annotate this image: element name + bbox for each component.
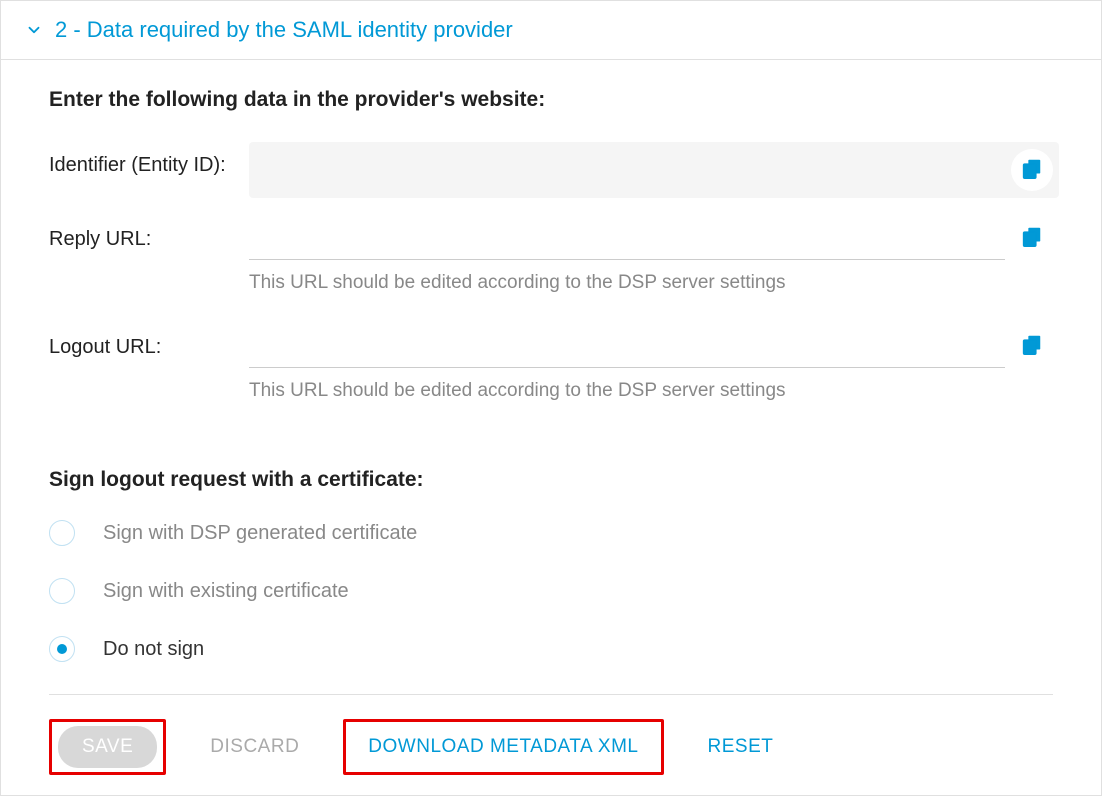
copy-identifier-button[interactable]: [1011, 149, 1053, 191]
highlight-download: DOWNLOAD METADATA XML: [343, 719, 663, 775]
reply-url-label: Reply URL:: [49, 216, 249, 251]
chevron-down-icon: [25, 21, 43, 39]
copy-icon: [1021, 157, 1043, 184]
radio-option-existing-cert[interactable]: Sign with existing certificate: [49, 578, 1053, 604]
sign-section-label: Sign logout request with a certificate:: [49, 468, 1053, 492]
radio-label: Sign with existing certificate: [103, 580, 349, 603]
identifier-label: Identifier (Entity ID):: [49, 142, 249, 177]
reset-button[interactable]: RESET: [692, 726, 790, 768]
identifier-input: [249, 142, 1059, 198]
logout-url-helper: This URL should be edited according to t…: [249, 380, 1053, 402]
section-title: 2 - Data required by the SAML identity p…: [55, 17, 513, 43]
section-header[interactable]: 2 - Data required by the SAML identity p…: [1, 1, 1101, 60]
radio-icon: [49, 578, 75, 604]
highlight-save: SAVE: [49, 719, 166, 775]
discard-button[interactable]: DISCARD: [194, 726, 315, 768]
copy-logout-url-button[interactable]: [1011, 325, 1053, 367]
copy-icon: [1021, 225, 1043, 252]
radio-icon: [49, 636, 75, 662]
radio-label: Sign with DSP generated certificate: [103, 522, 417, 545]
reply-url-input[interactable]: [249, 216, 1005, 260]
copy-reply-url-button[interactable]: [1011, 217, 1053, 259]
logout-url-label: Logout URL:: [49, 324, 249, 359]
save-button[interactable]: SAVE: [58, 726, 157, 768]
reply-url-helper: This URL should be edited according to t…: [249, 272, 1053, 294]
section-content: Enter the following data in the provider…: [1, 60, 1101, 795]
field-logout-url: Logout URL: This URL should be edited ac…: [49, 324, 1053, 420]
divider: [49, 694, 1053, 695]
radio-label: Do not sign: [103, 638, 204, 661]
instruction-text: Enter the following data in the provider…: [49, 88, 1053, 112]
button-bar: SAVE DISCARD DOWNLOAD METADATA XML RESET: [49, 719, 1053, 775]
download-metadata-button[interactable]: DOWNLOAD METADATA XML: [352, 726, 654, 768]
field-identifier: Identifier (Entity ID):: [49, 142, 1053, 198]
logout-url-input[interactable]: [249, 324, 1005, 368]
radio-option-do-not-sign[interactable]: Do not sign: [49, 636, 1053, 662]
radio-icon: [49, 520, 75, 546]
radio-option-dsp-cert[interactable]: Sign with DSP generated certificate: [49, 520, 1053, 546]
saml-config-panel: 2 - Data required by the SAML identity p…: [0, 0, 1102, 796]
copy-icon: [1021, 333, 1043, 360]
field-reply-url: Reply URL: This URL should be edited acc…: [49, 216, 1053, 312]
